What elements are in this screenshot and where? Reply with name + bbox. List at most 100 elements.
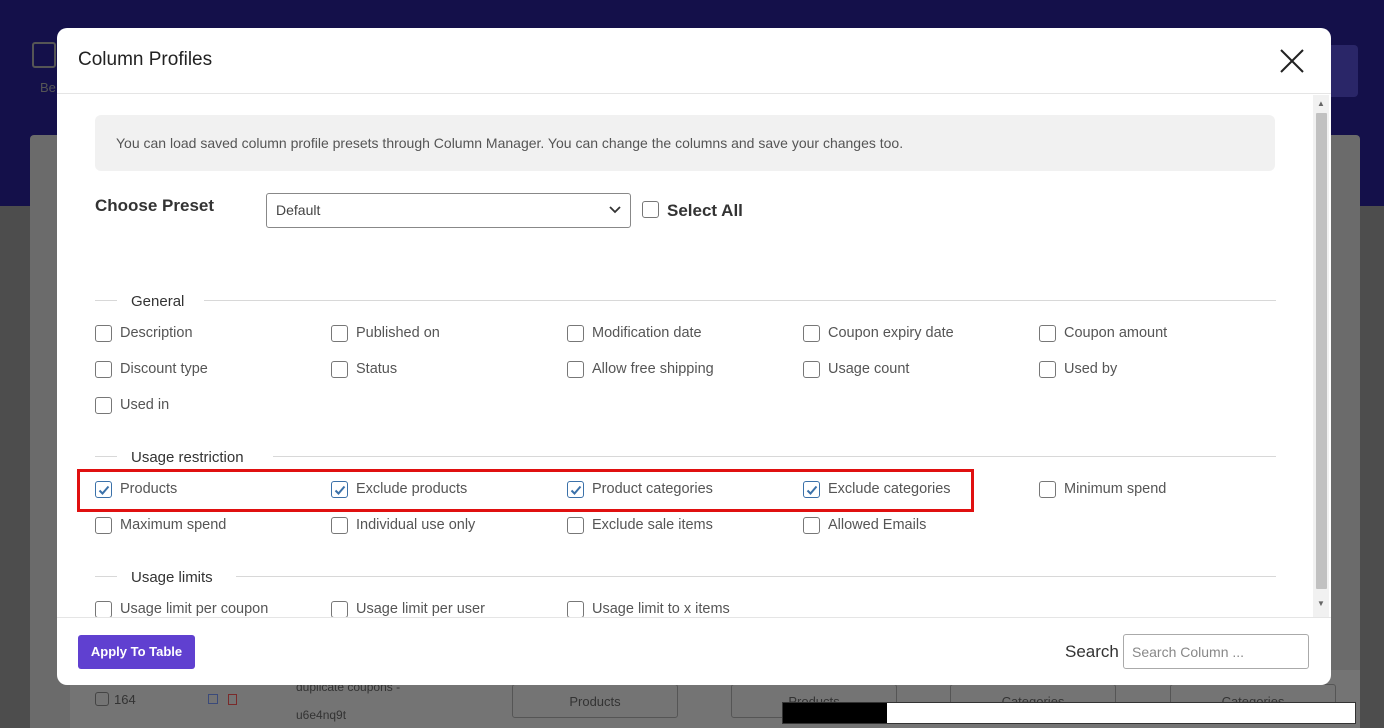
checkbox[interactable] <box>331 516 348 534</box>
edit-icon <box>208 694 218 704</box>
app-nav-label: Be <box>40 80 56 95</box>
column-checkbox-item[interactable]: Usage limit per user <box>331 599 485 617</box>
modal-footer: Apply To Table Search <box>57 617 1331 685</box>
checkbox[interactable] <box>803 516 820 534</box>
checkbox[interactable] <box>331 480 348 498</box>
modal-scrollbar[interactable]: ▲ ▼ <box>1313 95 1329 617</box>
search-column-input[interactable] <box>1123 634 1309 669</box>
scrollbar-thumb[interactable] <box>1316 113 1327 589</box>
section-divider <box>95 300 117 301</box>
select-all-label: Select All <box>667 201 743 220</box>
checkbox[interactable] <box>567 600 584 617</box>
checkbox[interactable] <box>803 360 820 378</box>
checkbox[interactable] <box>1039 480 1056 498</box>
check-icon <box>806 485 818 495</box>
column-checkbox-item[interactable]: Used by <box>1039 359 1117 379</box>
row-id: 164 <box>114 692 136 707</box>
column-checkbox-item[interactable]: Discount type <box>95 359 208 379</box>
horizontal-scrollbar-thumb <box>783 703 887 723</box>
checkbox-label: Usage limit per user <box>356 601 485 617</box>
preset-selected-value: Default <box>276 202 321 218</box>
checkbox-label: Status <box>356 361 398 377</box>
check-icon <box>334 485 346 495</box>
preset-dropdown[interactable]: Default <box>266 193 631 228</box>
modal-header: Column Profiles <box>57 28 1331 94</box>
horizontal-scrollbar <box>782 702 1356 724</box>
column-checkbox-item[interactable]: Product categories <box>567 479 713 499</box>
checkbox[interactable] <box>1039 360 1056 378</box>
checkbox[interactable] <box>803 324 820 342</box>
checkbox[interactable] <box>1039 324 1056 342</box>
column-checkbox-item[interactable]: Usage limit to x items <box>567 599 730 617</box>
close-button[interactable] <box>1277 46 1307 76</box>
checkbox[interactable] <box>95 324 112 342</box>
checkbox-label: Usage limit to x items <box>592 601 730 617</box>
checkbox-label: Products <box>120 481 178 497</box>
checkbox[interactable] <box>95 516 112 534</box>
checkbox[interactable] <box>95 600 112 617</box>
checkbox[interactable] <box>803 480 820 498</box>
modal-title: Column Profiles <box>78 49 213 70</box>
column-checkbox-item[interactable]: Maximum spend <box>95 515 226 535</box>
row-products-button: Products <box>512 684 678 718</box>
checkbox-label: Product categories <box>592 481 713 497</box>
column-checkbox-item[interactable]: Used in <box>95 395 169 415</box>
checkbox-label: Used by <box>1064 361 1118 377</box>
checkbox-label: Maximum spend <box>120 517 227 533</box>
checkbox-label: Coupon amount <box>1064 325 1168 341</box>
checkbox-label: Published on <box>356 325 440 341</box>
column-checkbox-item[interactable]: Description <box>95 323 193 343</box>
column-checkbox-item[interactable]: Coupon amount <box>1039 323 1167 343</box>
checkbox[interactable] <box>95 396 112 414</box>
checkbox-label: Exclude sale items <box>592 517 713 533</box>
checkbox[interactable] <box>331 360 348 378</box>
checkbox[interactable] <box>95 480 112 498</box>
section-title-usage-limits: Usage limits <box>131 569 213 586</box>
modal-body: You can load saved column profile preset… <box>57 95 1331 617</box>
scroll-down-icon[interactable]: ▼ <box>1313 597 1329 611</box>
column-checkbox-item[interactable]: Modification date <box>567 323 702 343</box>
check-icon <box>570 485 582 495</box>
checkbox-label: Allowed Emails <box>828 517 927 533</box>
chevron-down-icon <box>609 206 621 214</box>
choose-preset-label: Choose Preset <box>95 196 215 215</box>
column-checkbox-item[interactable]: Exclude categories <box>803 479 951 499</box>
checkbox-label: Coupon expiry date <box>828 325 954 341</box>
select-all-checkbox[interactable] <box>642 201 659 218</box>
checkbox-label: Usage count <box>828 361 910 377</box>
column-checkbox-item[interactable]: Products <box>95 479 177 499</box>
checkbox[interactable] <box>331 600 348 617</box>
info-message: You can load saved column profile preset… <box>95 115 1275 171</box>
checkbox-label: Allow free shipping <box>592 361 714 377</box>
trash-icon <box>228 694 237 705</box>
section-divider <box>273 456 1276 457</box>
checkbox[interactable] <box>567 360 584 378</box>
section-divider <box>95 456 117 457</box>
column-checkbox-item[interactable]: Exclude sale items <box>567 515 713 535</box>
column-checkbox-item[interactable]: Individual use only <box>331 515 475 535</box>
column-checkbox-item[interactable]: Published on <box>331 323 440 343</box>
checkbox[interactable] <box>567 324 584 342</box>
checkbox-label: Individual use only <box>356 517 476 533</box>
checkbox[interactable] <box>95 360 112 378</box>
column-profiles-modal: Column Profiles You can load saved colum… <box>57 28 1331 685</box>
apply-to-table-button[interactable]: Apply To Table <box>78 635 195 669</box>
close-icon <box>1280 49 1304 73</box>
column-checkbox-item[interactable]: Coupon expiry date <box>803 323 954 343</box>
column-checkbox-item[interactable]: Status <box>331 359 397 379</box>
checkbox[interactable] <box>567 480 584 498</box>
checkbox-label: Discount type <box>120 361 208 377</box>
column-checkbox-item[interactable]: Allowed Emails <box>803 515 926 535</box>
column-checkbox-item[interactable]: Minimum spend <box>1039 479 1166 499</box>
column-checkbox-item[interactable]: Usage count <box>803 359 909 379</box>
column-checkbox-item[interactable]: Usage limit per coupon <box>95 599 268 617</box>
checkbox-label: Description <box>120 325 193 341</box>
column-checkbox-item[interactable]: Exclude products <box>331 479 467 499</box>
checkbox[interactable] <box>331 324 348 342</box>
checkbox-label: Exclude categories <box>828 481 951 497</box>
checkbox-label: Usage limit per coupon <box>120 601 269 617</box>
checkbox[interactable] <box>567 516 584 534</box>
column-checkbox-item[interactable]: Allow free shipping <box>567 359 714 379</box>
scroll-up-icon[interactable]: ▲ <box>1313 97 1329 111</box>
section-divider <box>204 300 1276 301</box>
